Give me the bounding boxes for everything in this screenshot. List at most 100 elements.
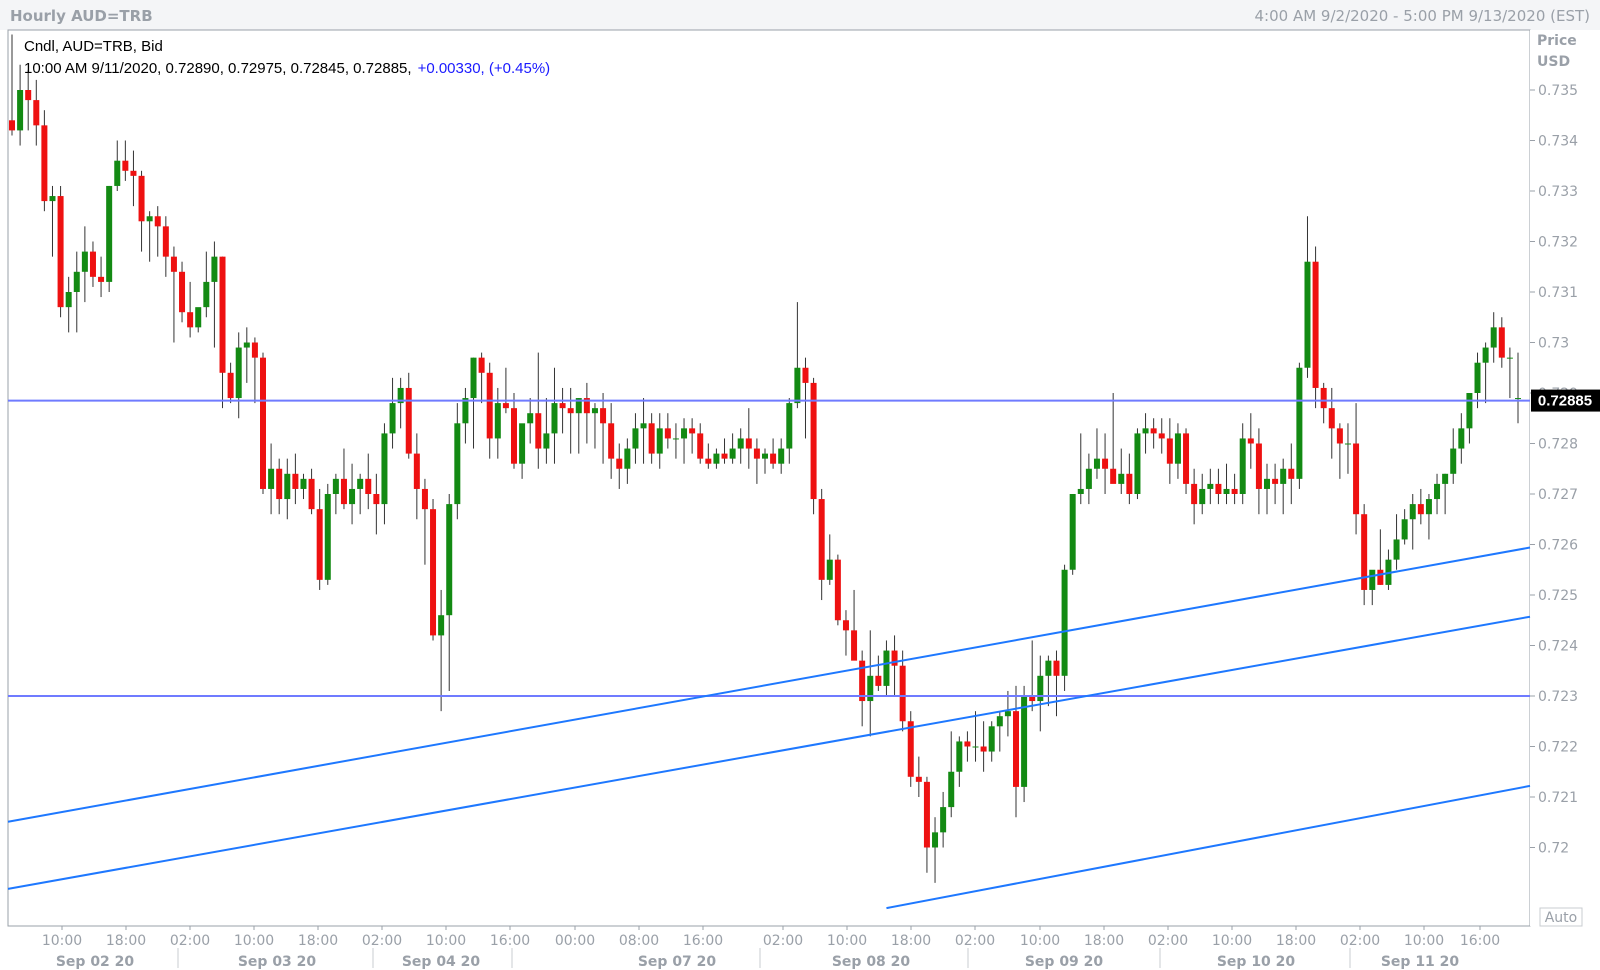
- candle-body-up: [211, 256, 218, 282]
- time-tick-label: 18:00: [298, 933, 338, 949]
- candle-body-down: [478, 357, 485, 373]
- candle-body-up: [17, 90, 24, 131]
- price-tick-label: 0.721: [1538, 790, 1578, 806]
- candle-body-down: [802, 367, 809, 383]
- candle-body-down: [705, 458, 712, 464]
- candle-body-up: [1142, 428, 1149, 434]
- candle-body-down: [608, 423, 615, 459]
- candle: [1021, 685, 1028, 803]
- candle-body-down: [260, 357, 266, 489]
- chart-canvas[interactable]: Hourly AUD=TRB 4:00 AM 9/2/2020 - 5:00 P…: [0, 0, 1600, 970]
- candle: [1069, 494, 1076, 575]
- candle-body-down: [511, 408, 517, 464]
- price-axis-currency: USD: [1537, 54, 1570, 70]
- candle-body-down: [1336, 428, 1343, 444]
- candle-body-up: [1021, 696, 1028, 787]
- price-tick-label: 0.722: [1538, 740, 1578, 756]
- time-tick-label: 02:00: [763, 933, 803, 949]
- candle-body-up: [1069, 494, 1076, 570]
- candle-body-up: [462, 398, 469, 424]
- candle-body-down: [923, 781, 930, 848]
- candle-body-down: [251, 342, 258, 358]
- candle-body-up: [1061, 569, 1068, 676]
- date-label: Sep 10 20: [1217, 954, 1296, 970]
- candle-body-up: [948, 771, 955, 808]
- candle-body-down: [753, 448, 760, 459]
- candle: [810, 377, 817, 515]
- candle-body-down: [818, 499, 825, 580]
- candle-body-down: [1053, 660, 1060, 676]
- candle-body-up: [300, 478, 307, 489]
- candle-body-up: [883, 650, 890, 686]
- candle-body-down: [1183, 433, 1190, 484]
- candle-body-down: [1498, 327, 1505, 358]
- date-label: Sep 04 20: [402, 954, 481, 970]
- candle-body-up: [1304, 261, 1311, 368]
- candle-body-down: [413, 453, 420, 489]
- time-tick-label: 10:00: [234, 933, 274, 949]
- candle-body-up: [1344, 443, 1351, 445]
- candle: [1312, 246, 1319, 409]
- candle-body-down: [365, 478, 372, 494]
- candle-body-down: [1191, 483, 1198, 505]
- candle: [1061, 564, 1068, 691]
- candle-body-up: [438, 615, 445, 636]
- candle-body-down: [1150, 428, 1157, 434]
- candle-body-down: [697, 433, 704, 459]
- candle-body-down: [162, 226, 169, 257]
- candle-body-up: [1296, 367, 1303, 479]
- candle-body-down: [57, 196, 64, 308]
- candle-body-up: [446, 504, 453, 616]
- candle-body-up: [794, 367, 801, 404]
- candle-body-down: [1126, 473, 1133, 494]
- time-tick-label: 02:00: [1148, 933, 1188, 949]
- candle-body-down: [1231, 488, 1238, 494]
- candle-body-down: [616, 458, 623, 469]
- time-tick-label: 10:00: [426, 933, 466, 949]
- price-tick-label: 0.724: [1538, 639, 1578, 655]
- candle-body-down: [664, 428, 671, 439]
- candle-body-down: [1247, 438, 1254, 444]
- candle-body-up: [1174, 433, 1181, 464]
- candle-body-down: [721, 453, 728, 459]
- candle-body-up: [1515, 398, 1521, 400]
- candle: [1134, 428, 1141, 500]
- candle-body-down: [1417, 504, 1424, 515]
- legend-series: Cndl, AUD=TRB, Bid: [24, 38, 163, 55]
- candle-body-down: [98, 276, 105, 282]
- candle-body-down: [689, 428, 696, 434]
- candle-body-up: [1425, 499, 1432, 515]
- candle-body-down: [1102, 458, 1109, 469]
- candle-body-down: [276, 468, 283, 500]
- candle-body-down: [875, 675, 882, 686]
- time-tick-label: 16:00: [683, 933, 723, 949]
- candle-body-up: [1393, 539, 1400, 560]
- time-tick-label: 02:00: [362, 933, 402, 949]
- candle-body-up: [656, 428, 663, 454]
- candle-body-up: [737, 438, 744, 449]
- time-tick-label: 16:00: [1460, 933, 1500, 949]
- price-tick-label: 0.732: [1538, 235, 1578, 251]
- candle-body-up: [65, 292, 72, 308]
- price-tick-label: 0.726: [1538, 538, 1578, 554]
- candle-body-down: [891, 650, 898, 666]
- time-tick-label: 08:00: [619, 933, 659, 949]
- candle-body-up: [551, 403, 558, 434]
- candle-body-down: [1272, 478, 1279, 484]
- candle-body-up: [1134, 433, 1141, 494]
- candle-body-down: [1255, 443, 1262, 489]
- candle-body-up: [1077, 488, 1084, 494]
- candle-body-up: [681, 428, 688, 439]
- time-tick-label: 10:00: [827, 933, 867, 949]
- price-tick-label: 0.728: [1538, 437, 1578, 453]
- candle-body-up: [826, 559, 833, 580]
- time-tick-label: 18:00: [1276, 933, 1316, 949]
- candle-body-up: [672, 438, 679, 440]
- candle-body-up: [624, 448, 631, 469]
- candle-body-up: [81, 251, 88, 272]
- legend-ohlc: 10:00 AM 9/11/2020, 0.72890, 0.72975, 0.…: [24, 60, 550, 77]
- candle-body-up: [235, 347, 242, 399]
- time-tick-label: 10:00: [42, 933, 82, 949]
- candle-body-down: [648, 423, 655, 454]
- candle-body-down: [227, 372, 234, 399]
